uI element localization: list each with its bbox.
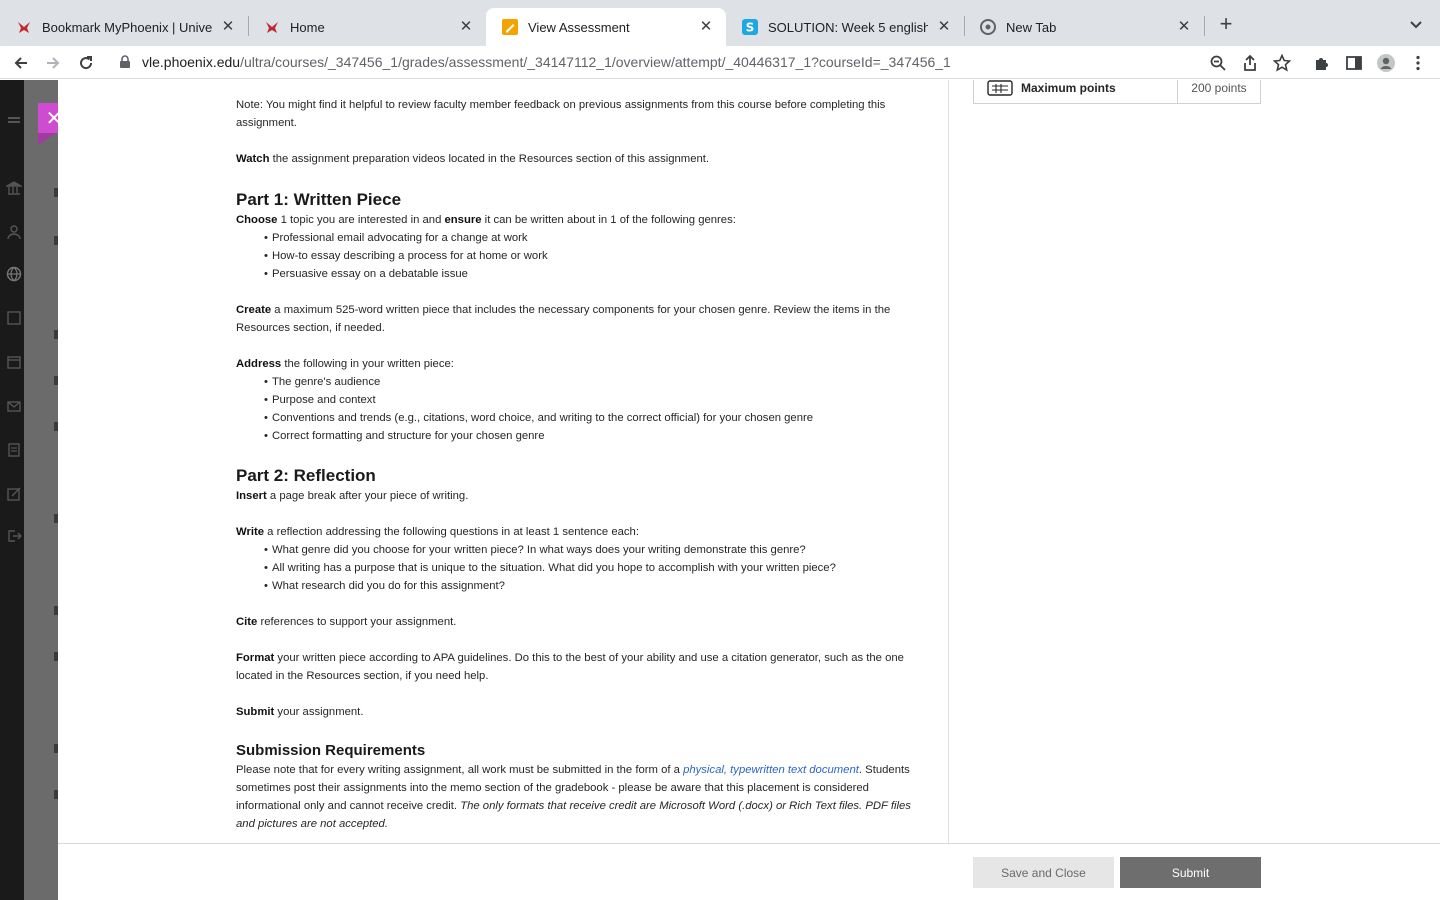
nav-institution-icon[interactable] [4,180,24,196]
assignment-instructions: Note: You might find it helpful to revie… [236,80,928,843]
nav-profile-icon[interactable] [6,224,22,240]
close-tab-icon[interactable]: ✕ [1176,19,1192,35]
list-item: Conventions and trends (e.g., citations,… [264,409,928,427]
nav-grades-icon[interactable] [6,442,22,458]
list-item: What genre did you choose for your writt… [264,541,928,559]
part1-heading: Part 1: Written Piece [236,190,402,209]
pencil-favicon-icon [502,19,518,35]
content-sidebar-divider [948,80,949,843]
submission-requirements-paragraph: Please note that for every writing assig… [236,764,911,830]
list-item: Professional email advocating for a chan… [264,229,928,247]
list-item: The genre's audience [264,373,928,391]
assessment-panel: Note: You might find it helpful to revie… [58,80,1440,900]
tab-view-assessment[interactable]: View Assessment ✕ [486,8,726,46]
nav-messages-icon[interactable] [6,398,22,414]
url-text: vle.phoenix.edu/ultra/courses/_347456_1/… [142,54,951,70]
choose-paragraph: Choose 1 topic you are interested in and… [236,214,736,226]
watch-paragraph: Watch the assignment preparation videos … [236,153,710,165]
extensions-puzzle-icon[interactable] [1310,51,1334,75]
close-tab-icon[interactable]: ✕ [220,19,236,35]
nav-signout-icon[interactable] [6,528,22,544]
note-paragraph: Note: You might find it helpful to revie… [236,99,886,129]
bookmark-star-icon[interactable] [1270,51,1294,75]
phoenix-favicon-icon [16,19,32,35]
tab-solution-week5[interactable]: S SOLUTION: Week 5 english co ✕ [726,8,964,46]
lock-icon[interactable] [118,55,132,69]
zoom-magnifier-icon[interactable] [1206,51,1230,75]
tab-title: Bookmark MyPhoenix | Univers [42,19,212,35]
browser-toolbar: vle.phoenix.edu/ultra/courses/_347456_1/… [0,46,1440,79]
format-paragraph: Format your written piece according to A… [236,652,904,682]
submit-button[interactable]: Submit [1120,857,1261,888]
tab-bookmark-myphoenix[interactable]: Bookmark MyPhoenix | Univers ✕ [0,8,248,46]
tab-search-chevron-icon[interactable] [1406,15,1426,35]
tab-title: View Assessment [528,19,630,35]
submit-paragraph: Submit your assignment. [236,706,364,718]
browser-menu-kebab-icon[interactable] [1406,51,1430,75]
part2-heading: Part 2: Reflection [236,466,376,485]
submission-requirements-heading: Submission Requirements [236,742,426,759]
tab-separator [1204,16,1205,36]
cite-paragraph: Cite references to support your assignme… [236,616,457,628]
page-viewport: ✕ Note: You might find it helpful to rev… [0,80,1440,900]
list-item: Purpose and context [264,391,928,409]
close-tab-icon[interactable]: ✕ [936,19,952,35]
share-icon[interactable] [1238,51,1262,75]
tab-title: New Tab [1006,19,1057,35]
list-item: All writing has a purpose that is unique… [264,559,928,577]
create-paragraph: Create a maximum 525-word written piece … [236,304,891,334]
nav-calendar-icon[interactable] [6,354,22,370]
address-list: The genre's audience Purpose and context… [236,373,928,445]
tab-title: SOLUTION: Week 5 english co [768,19,928,35]
nav-tools-icon[interactable] [6,486,22,502]
maximum-points-label: Maximum points [1021,80,1116,95]
address-bar[interactable]: vle.phoenix.edu/ultra/courses/_347456_1/… [110,48,1236,76]
insert-paragraph: Insert a page break after your piece of … [236,490,469,502]
background-course-panel [24,80,58,900]
close-tab-icon[interactable]: ✕ [458,19,474,35]
url-host: vle.phoenix.edu [142,54,241,70]
write-paragraph: Write a reflection addressing the follow… [236,526,639,538]
side-panel-icon[interactable] [1342,51,1366,75]
svg-text:S: S [746,21,755,35]
tab-home[interactable]: Home ✕ [248,8,486,46]
phoenix-favicon-icon [264,19,280,35]
nav-activity-icon[interactable] [6,310,22,326]
maximum-points-value: 200 points [1191,80,1247,95]
assessment-footer: Save and Close Submit [58,843,1440,900]
forward-arrow-icon[interactable] [40,50,66,76]
save-and-close-button[interactable]: Save and Close [973,857,1114,888]
list-item: Persuasive essay on a debatable issue [264,265,928,283]
genre-list: Professional email advocating for a chan… [236,229,928,283]
tab-title: Home [290,19,325,35]
list-item: What research did you do for this assign… [264,577,928,595]
nav-globe-icon[interactable] [6,266,22,282]
chrome-favicon-icon [980,19,996,35]
maximum-points-row: Maximum points 200 points [973,80,1261,104]
grading-points-icon [987,80,1013,96]
profile-avatar-icon[interactable] [1374,51,1398,75]
nav-menu-icon[interactable] [6,114,22,130]
studypool-favicon-icon: S [742,19,758,35]
tab-new-tab[interactable]: New Tab ✕ [964,8,1204,46]
new-tab-plus-icon[interactable]: + [1214,13,1238,37]
back-arrow-icon[interactable] [8,50,34,76]
list-item: Correct formatting and structure for you… [264,427,928,445]
url-path: /ultra/courses/_347456_1/grades/assessme… [240,54,951,70]
address-paragraph: Address the following in your written pi… [236,358,454,370]
close-tab-icon[interactable]: ✕ [698,19,714,35]
browser-tab-strip: Bookmark MyPhoenix | Univers ✕ Home ✕ Vi… [0,0,1440,46]
list-item: How-to essay describing a process for at… [264,247,928,265]
course-left-nav [0,80,24,900]
reload-icon[interactable] [73,50,99,76]
reflection-questions-list: What genre did you choose for your writt… [236,541,928,595]
typewritten-document-link[interactable]: physical, typewritten text document [683,764,859,776]
